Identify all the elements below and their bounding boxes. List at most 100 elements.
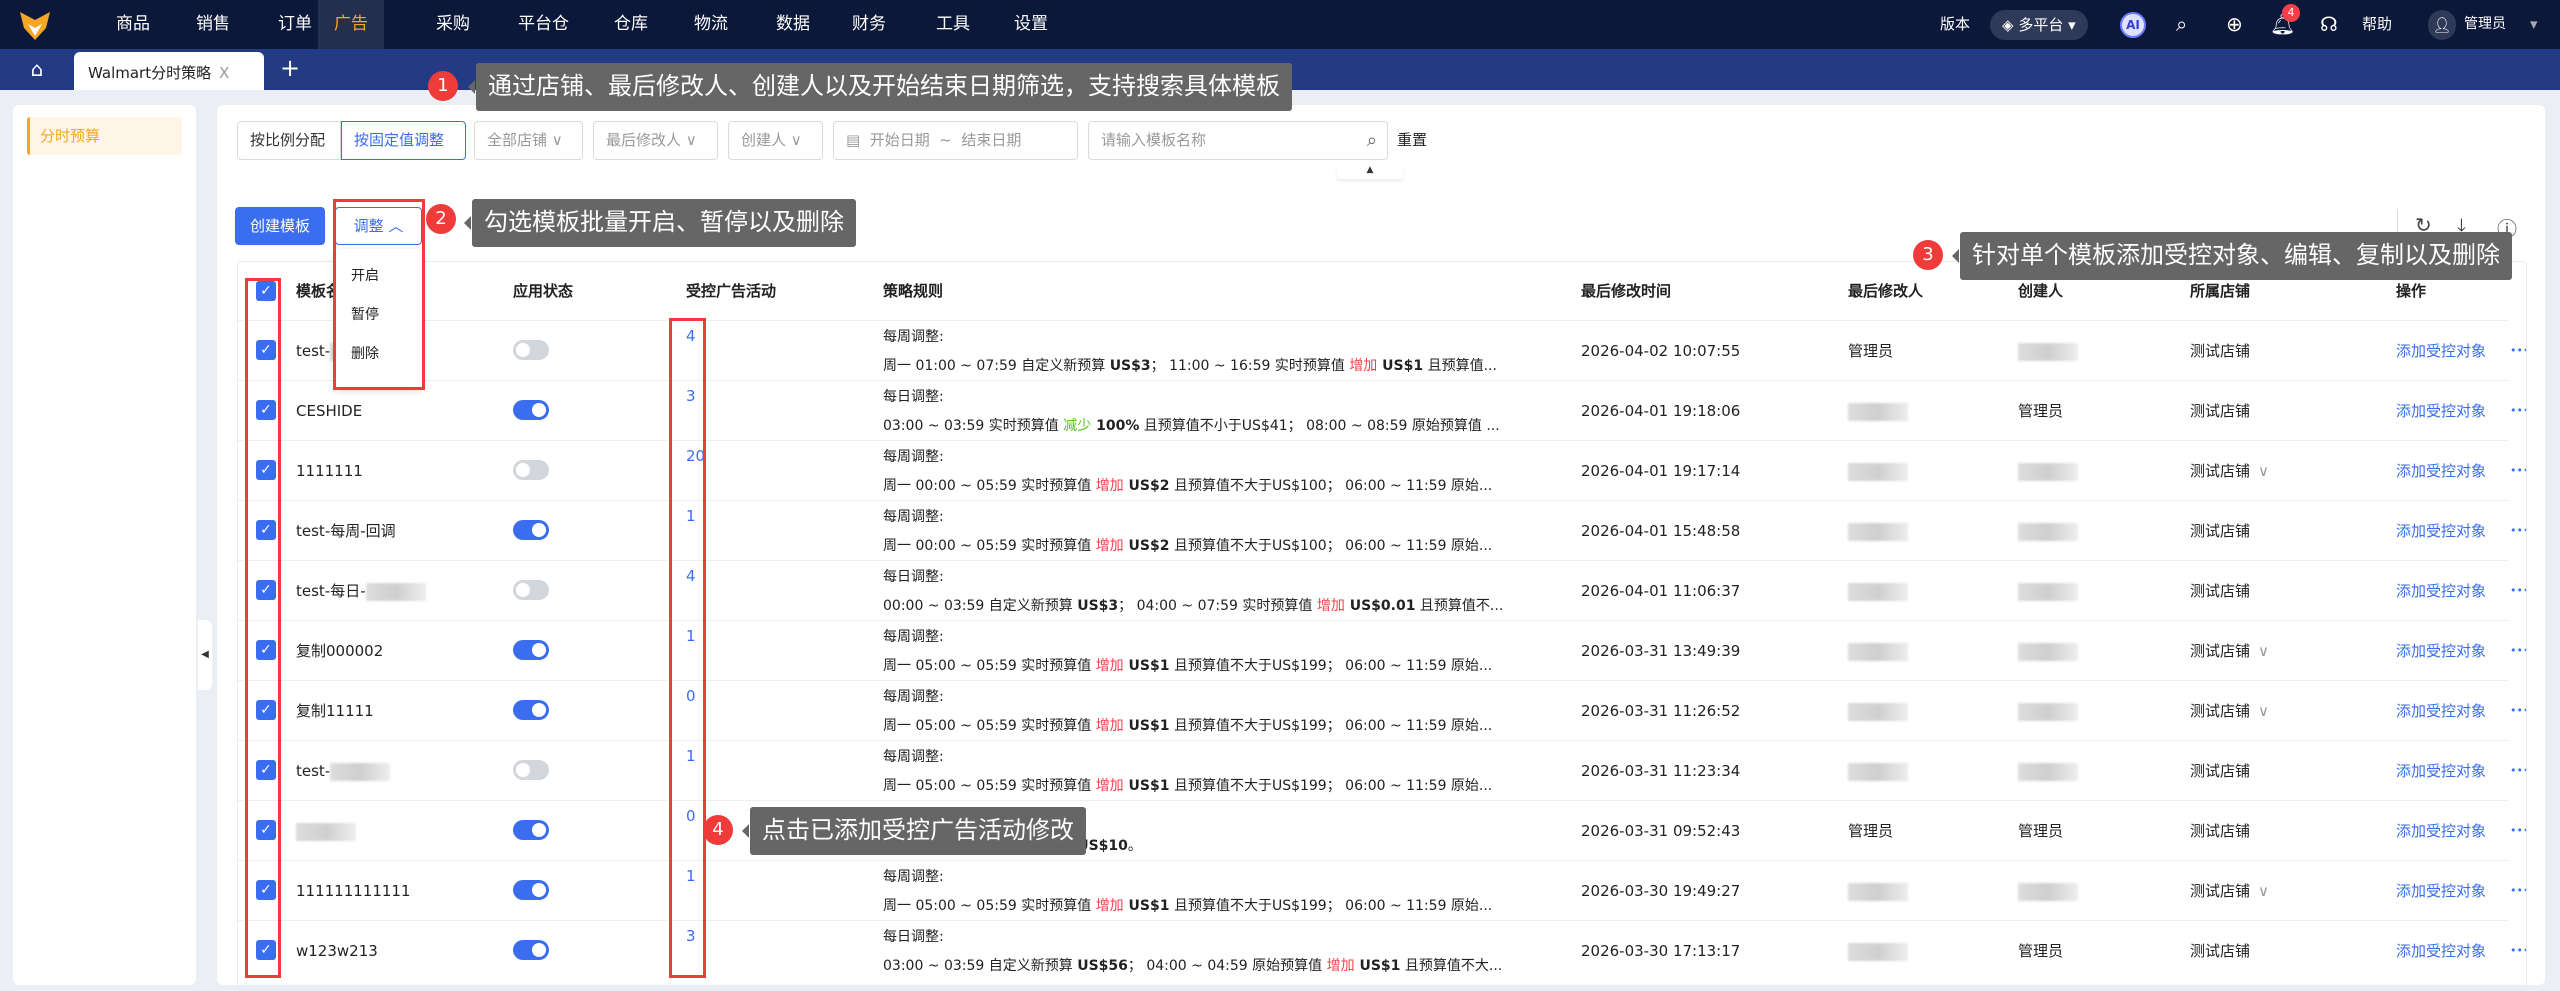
status-toggle[interactable] xyxy=(513,520,549,540)
date-range-picker[interactable]: ▤ 开始日期 ~ 结束日期 xyxy=(833,121,1078,160)
chevron-down-icon[interactable]: ∨ xyxy=(2258,462,2269,480)
rule-segment: 减少 xyxy=(1063,418,1092,434)
rule-type: 每周调整: xyxy=(883,689,944,705)
mode-ratio-button[interactable]: 按比例分配 xyxy=(237,121,341,160)
rule-segment: US$3 xyxy=(1077,598,1119,614)
calendar-icon: ▤ xyxy=(846,131,861,149)
search-icon[interactable]: ⌕ xyxy=(2176,0,2187,49)
blurred-text xyxy=(1848,582,1908,601)
rule-detail: 周一 05:00 ~ 05:59 实时预算值 增加 US$1 且预算值不大于US… xyxy=(883,892,1492,921)
blurred-text xyxy=(1848,462,1908,481)
strategy-rule: 每周调整: 周一 05:00 ~ 05:59 实时预算值 增加 US$1 且预算值… xyxy=(883,623,1492,681)
rule-segment: US$1 xyxy=(1123,658,1170,674)
rule-segment: 增加 xyxy=(1095,538,1124,554)
status-toggle[interactable] xyxy=(513,760,549,780)
rule-segment: 增加 xyxy=(1095,898,1124,914)
add-controlled-object-link[interactable]: 添加受控对象 xyxy=(2396,936,2486,990)
column-header: 最后修改时间 xyxy=(1581,282,1672,300)
store-name: 测试店铺 xyxy=(2190,882,2251,900)
user-name[interactable]: 管理员 xyxy=(2464,0,2506,49)
sidebar-collapse-handle[interactable]: ◀ xyxy=(198,620,212,690)
status-toggle[interactable] xyxy=(513,700,549,720)
filter-collapse-handle[interactable]: ▲ xyxy=(1337,165,1403,179)
fox-logo-icon[interactable] xyxy=(18,8,52,42)
more-actions-icon[interactable]: ••• xyxy=(2510,696,2526,756)
platform-label: 多平台 xyxy=(2018,16,2064,34)
creator-filter[interactable]: 创建人 ∨ xyxy=(728,121,823,160)
start-date-input[interactable]: 开始日期 xyxy=(870,131,930,149)
more-actions-icon[interactable]: ••• xyxy=(2510,336,2526,396)
nav-item[interactable]: 财务 xyxy=(836,0,902,49)
template-name-text: test- xyxy=(296,342,331,360)
home-icon[interactable]: ⌂ xyxy=(22,57,52,87)
rule-segment: US$1 xyxy=(1123,718,1170,734)
platform-selector[interactable]: ◈ 多平台 ▾ xyxy=(1990,10,2088,40)
tab-walmart-strategy[interactable]: Walmart分时策略 X xyxy=(74,52,264,90)
nav-item[interactable]: 销售 xyxy=(180,0,246,49)
search-icon[interactable]: ⌕ xyxy=(1367,122,1377,159)
end-date-input[interactable]: 结束日期 xyxy=(961,131,1021,149)
tab-label: Walmart分时策略 xyxy=(88,64,212,82)
rule-segment: 增加 xyxy=(1316,598,1345,614)
more-actions-icon[interactable]: ••• xyxy=(2510,396,2526,456)
more-actions-icon[interactable]: ••• xyxy=(2510,876,2526,936)
nav-item[interactable]: 商品 xyxy=(100,0,166,49)
highlight-checkbox-column xyxy=(245,278,281,978)
add-tab-button[interactable]: + xyxy=(280,54,300,82)
status-toggle[interactable] xyxy=(513,820,549,840)
nav-item[interactable]: 工具 xyxy=(920,0,986,49)
nav-item[interactable]: 物流 xyxy=(678,0,744,49)
chevron-down-icon[interactable]: ∨ xyxy=(2258,642,2269,660)
status-toggle[interactable] xyxy=(513,580,549,600)
nav-item[interactable]: 仓库 xyxy=(598,0,664,49)
headset-icon[interactable]: ☊ xyxy=(2320,0,2338,49)
more-actions-icon[interactable]: ••• xyxy=(2510,816,2526,876)
modifier-filter[interactable]: 最后修改人 ∨ xyxy=(593,121,718,160)
table-row: ✓ CESHIDE 3 每日调整: 03:00 ~ 03:59 实时预算值 减少 100… xyxy=(238,380,2526,440)
mode-fixed-button[interactable]: 按固定值调整 xyxy=(341,121,466,160)
nav-item[interactable]: 设置 xyxy=(998,0,1064,49)
template-name-text: 复制000002 xyxy=(296,642,384,660)
rule-segment: 且预算值... xyxy=(1423,358,1497,374)
template-search-input[interactable]: 请输入模板名称 ⌕ xyxy=(1088,121,1388,160)
close-tab-icon[interactable]: X xyxy=(219,64,229,82)
help-link[interactable]: 帮助 xyxy=(2362,0,2392,49)
sidebar-item-time-budget[interactable]: 分时预算 xyxy=(27,117,182,155)
avatar[interactable]: 👤︎ xyxy=(2428,10,2456,40)
download-icon[interactable]: ⊕ xyxy=(2226,0,2243,49)
more-actions-icon[interactable]: ••• xyxy=(2510,936,2526,990)
store-filter[interactable]: 全部店铺 ∨ xyxy=(474,121,583,160)
nav-item[interactable]: 平台仓 xyxy=(502,0,585,49)
more-actions-icon[interactable]: ••• xyxy=(2510,456,2526,516)
nav-item[interactable]: 采购 xyxy=(420,0,486,49)
rule-segment: 且预算值不大于US$199； 06:00 ~ 11:59 原始... xyxy=(1169,718,1493,734)
status-toggle[interactable] xyxy=(513,460,549,480)
status-toggle[interactable] xyxy=(513,640,549,660)
strategy-rule: 每周调整: 周一 05:00 ~ 05:59 实时预算值 增加 US$1 且预算值… xyxy=(883,863,1492,921)
nav-item[interactable]: 数据 xyxy=(760,0,826,49)
status-toggle[interactable] xyxy=(513,940,549,960)
blurred-text xyxy=(2018,882,2078,901)
create-template-button[interactable]: 创建模板 xyxy=(235,207,325,245)
chevron-down-icon[interactable]: ∨ xyxy=(2258,882,2269,900)
blurred-text xyxy=(1848,642,1908,661)
status-toggle[interactable] xyxy=(513,400,549,420)
store: 测试店铺 xyxy=(2190,936,2250,990)
user-menu-chevron-icon[interactable]: ▾ xyxy=(2530,0,2538,49)
rule-segment: 增加 xyxy=(1326,958,1355,974)
table-row: ✓test-1...4每周调整:周一 01:00 ~ 07:59 自定义新预算 … xyxy=(238,320,2526,380)
more-actions-icon[interactable]: ••• xyxy=(2510,636,2526,696)
ai-button[interactable]: AI xyxy=(2120,12,2146,38)
nav-item[interactable]: 广告 xyxy=(318,0,384,49)
rule-segment: 周一 00:00 ~ 05:59 实时预算值 xyxy=(883,538,1096,554)
reset-button[interactable]: 重置 xyxy=(1397,121,1427,160)
sidebar: 分时预算 xyxy=(13,105,196,985)
table-row: ✓ test- 1 每周调整: 周一 05:00 ~ 05:59 实时预算值 增加 US… xyxy=(238,740,2526,800)
status-toggle[interactable] xyxy=(513,340,549,360)
more-actions-icon[interactable]: ••• xyxy=(2510,576,2526,636)
chevron-down-icon[interactable]: ∨ xyxy=(2258,702,2269,720)
more-actions-icon[interactable]: ••• xyxy=(2510,756,2526,816)
rule-segment: US$2 xyxy=(1123,478,1170,494)
status-toggle[interactable] xyxy=(513,880,549,900)
more-actions-icon[interactable]: ••• xyxy=(2510,516,2526,576)
